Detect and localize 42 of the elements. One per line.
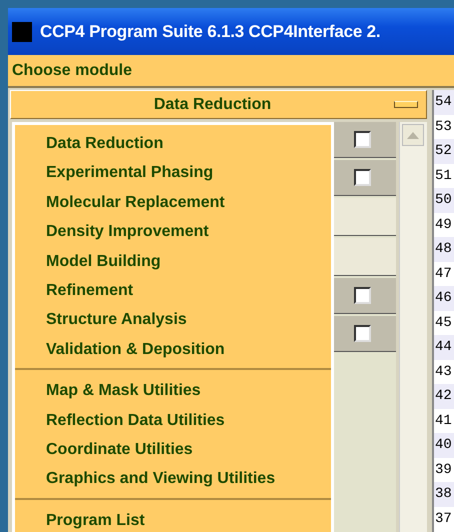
module-bar-label: Choose module (12, 60, 132, 80)
up-arrow-icon (407, 132, 420, 138)
checkbox[interactable] (354, 131, 372, 148)
job-number[interactable]: 53 (434, 114, 454, 139)
menu-item[interactable]: Graphics and Viewing Utilities (15, 464, 331, 494)
menu-item[interactable]: Map & Mask Utilities (15, 376, 331, 406)
checkbox[interactable] (354, 169, 372, 186)
menu-item[interactable]: Model Building (15, 246, 331, 276)
job-number[interactable]: 41 (434, 408, 454, 433)
menu-item[interactable]: Program List (15, 506, 331, 532)
job-number[interactable]: 48 (434, 237, 454, 262)
scrollbar[interactable] (399, 122, 428, 532)
job-number[interactable]: 52 (434, 139, 454, 164)
checkbox[interactable] (354, 287, 372, 304)
menu-item[interactable]: Density Improvement (15, 217, 331, 247)
menu-item[interactable]: Molecular Replacement (15, 188, 331, 218)
menu-item[interactable]: Experimental Phasing (15, 158, 331, 188)
app-icon (12, 22, 32, 42)
job-number[interactable]: 46 (434, 286, 454, 310)
menu-item[interactable]: Structure Analysis (15, 305, 331, 335)
job-number[interactable]: 39 (434, 458, 454, 482)
module-selector[interactable]: Data Reduction (10, 90, 427, 119)
job-number[interactable]: 40 (434, 433, 454, 458)
job-number[interactable]: 45 (434, 310, 454, 335)
job-number[interactable]: 47 (434, 262, 454, 286)
job-number[interactable]: 42 (434, 384, 454, 408)
job-number[interactable]: 49 (434, 212, 454, 237)
job-number[interactable]: 37 (434, 506, 454, 531)
window-title: CCP4 Program Suite 6.1.3 CCP4Interface 2. (40, 20, 380, 43)
menu-item[interactable]: Validation & Deposition (15, 334, 331, 364)
job-number[interactable]: 51 (434, 164, 454, 188)
job-number[interactable]: 44 (434, 335, 454, 360)
menu-indicator-icon (394, 101, 418, 108)
menu-item[interactable]: Refinement (15, 276, 331, 306)
menu-item[interactable]: Coordinate Utilities (15, 434, 331, 464)
job-number[interactable]: 50 (434, 188, 454, 212)
job-number[interactable]: 54 (434, 90, 454, 114)
job-number[interactable]: 38 (434, 482, 454, 506)
checkbox[interactable] (354, 325, 372, 342)
job-number[interactable]: 43 (434, 360, 454, 384)
menu-item[interactable]: Reflection Data Utilities (15, 406, 331, 435)
menu-item[interactable]: Data Reduction (15, 129, 331, 158)
